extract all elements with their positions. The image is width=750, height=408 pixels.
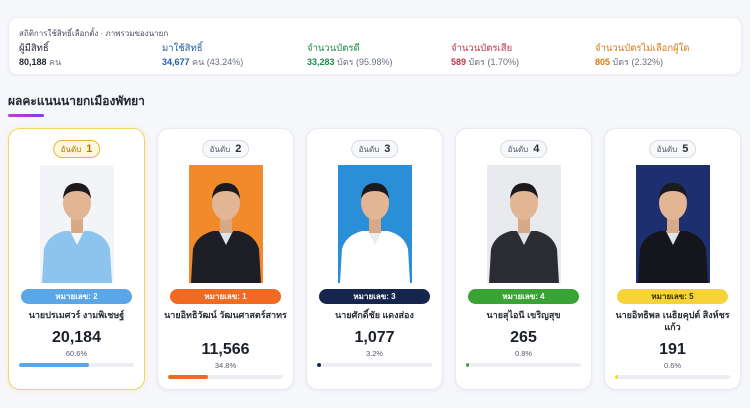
section-underline xyxy=(8,114,44,117)
stat-unit: คน xyxy=(49,57,62,67)
stats-title: สถิติการใช้สิทธิ์เลือกตั้ง · ภาพรวมของนา… xyxy=(19,29,169,38)
vote-share-fill xyxy=(168,375,209,379)
candidate-name: นายศักดิ์ชัย แดงส่อง xyxy=(335,310,414,320)
stat-value: 34,677 xyxy=(162,57,190,67)
stat-percent: (95.98%) xyxy=(355,57,393,67)
candidate-number-badge: หมายเลข: 3 xyxy=(319,289,430,304)
vote-share-bar xyxy=(168,375,283,379)
stat-no-vote-ballots: จำนวนบัตรไม่เลือกผู้ใด 805 บัตร (2.32%) xyxy=(595,43,745,69)
stat-invalid-ballots: จำนวนบัตรเสีย 589 บัตร (1.70%) xyxy=(451,43,601,69)
candidate-name: นายสุไอนี เขริญสุข xyxy=(486,310,561,320)
vote-share-bar xyxy=(615,375,730,379)
rank-number: 3 xyxy=(384,143,391,155)
candidate-card[interactable]: อันดับ 3 หมายเลข: 3 นายศักดิ์ชัย แดงส่อง 1,0… xyxy=(306,128,443,390)
candidate-photo xyxy=(39,165,114,283)
rank-pill: อันดับ 2 xyxy=(201,140,250,158)
rank-pill: อันดับ 3 xyxy=(350,140,399,158)
stat-label: จำนวนบัตรไม่เลือกผู้ใด xyxy=(595,43,690,54)
candidate-photo xyxy=(337,165,412,283)
candidate-card[interactable]: อันดับ 1 หมายเลข: 2 นายปรเมศวร์ งามพิเชษฐ์ 2… xyxy=(8,128,145,390)
stat-value: 33,283 xyxy=(307,57,335,67)
candidate-number-badge: หมายเลข: 2 xyxy=(21,289,132,304)
candidate-number-badge: หมายเลข: 5 xyxy=(617,289,728,304)
stat-label: ผู้มีสิทธิ์ xyxy=(19,43,49,54)
election-stats-panel: สถิติการใช้สิทธิ์เลือกตั้ง · ภาพรวมของนา… xyxy=(8,17,742,75)
rank-label: อันดับ xyxy=(358,144,380,154)
vote-share-fill xyxy=(615,375,618,379)
stat-unit: บัตร xyxy=(468,57,485,67)
rank-label: อันดับ xyxy=(507,144,529,154)
candidate-name: นายปรเมศวร์ งามพิเชษฐ์ xyxy=(28,310,125,320)
vote-count: 191 xyxy=(659,341,686,358)
vote-percent: 34.8% xyxy=(214,361,237,370)
rank-pill: อันดับ 5 xyxy=(648,140,697,158)
candidate-name: นายอิทธิวัฒน์ วัฒนศาสตร์สาทร xyxy=(164,310,287,320)
stat-value: 80,188 xyxy=(19,57,47,67)
stat-label: มาใช้สิทธิ์ xyxy=(162,43,203,54)
vote-share-fill xyxy=(317,363,321,367)
candidate-card[interactable]: อันดับ 4 หมายเลข: 4 นายสุไอนี เขริญสุข 265 0.… xyxy=(455,128,592,390)
candidate-number-badge: หมายเลข: 1 xyxy=(170,289,281,304)
rank-label: อันดับ xyxy=(209,144,231,154)
stat-eligible: ผู้มีสิทธิ์ 80,188 คน xyxy=(19,43,169,69)
candidate-card[interactable]: อันดับ 2 หมายเลข: 1 นายอิทธิวัฒน์ วัฒนศาสตร… xyxy=(157,128,294,390)
stat-value: 589 xyxy=(451,57,467,67)
rank-label: อันดับ xyxy=(656,144,678,154)
vote-count: 1,077 xyxy=(354,329,395,346)
stat-percent: (2.32%) xyxy=(631,57,663,67)
stat-turnout: มาใช้สิทธิ์ 34,677 คน (43.24%) xyxy=(162,43,312,69)
candidate-photo xyxy=(486,165,561,283)
stat-label: จำนวนบัตรเสีย xyxy=(451,43,513,54)
section-title: ผลคะแนนนายกเมืองพัทยา xyxy=(8,94,145,108)
rank-label: อันดับ xyxy=(60,144,82,154)
vote-share-bar xyxy=(317,363,432,367)
vote-percent: 3.2% xyxy=(365,349,384,358)
vote-count: 11,566 xyxy=(201,341,250,358)
candidate-photo xyxy=(635,165,710,283)
candidate-photo xyxy=(188,165,263,283)
vote-percent: 0.8% xyxy=(514,349,533,358)
vote-share-bar xyxy=(466,363,581,367)
stat-percent: (1.70%) xyxy=(487,57,519,67)
rank-pill: อันดับ 1 xyxy=(52,140,101,158)
rank-number: 2 xyxy=(235,143,242,155)
rank-number: 5 xyxy=(682,143,689,155)
stat-percent: (43.24%) xyxy=(206,57,244,67)
candidate-card[interactable]: อันดับ 5 หมายเลข: 5 นายอิทธิพล เนธิยคุปต์ ส… xyxy=(604,128,741,390)
candidate-number-badge: หมายเลข: 4 xyxy=(468,289,579,304)
stat-value: 805 xyxy=(595,57,611,67)
rank-number: 1 xyxy=(86,143,93,155)
candidate-name: นายอิทธิพล เนธิยคุปต์ สิงห์ชรแก้ว xyxy=(615,310,730,332)
vote-count: 265 xyxy=(510,329,537,346)
rank-pill: อันดับ 4 xyxy=(499,140,548,158)
stat-valid-ballots: จำนวนบัตรดี 33,283 บัตร (95.98%) xyxy=(307,43,457,69)
stat-unit: คน xyxy=(192,57,205,67)
stat-unit: บัตร xyxy=(337,57,354,67)
vote-share-fill xyxy=(19,363,89,367)
vote-share-fill xyxy=(466,363,469,367)
vote-count: 20,184 xyxy=(52,329,101,346)
stat-label: จำนวนบัตรดี xyxy=(307,43,360,54)
vote-percent: 0.6% xyxy=(663,361,682,370)
vote-share-bar xyxy=(19,363,134,367)
rank-number: 4 xyxy=(533,143,540,155)
vote-percent: 60.6% xyxy=(65,349,88,358)
stat-unit: บัตร xyxy=(612,57,629,67)
